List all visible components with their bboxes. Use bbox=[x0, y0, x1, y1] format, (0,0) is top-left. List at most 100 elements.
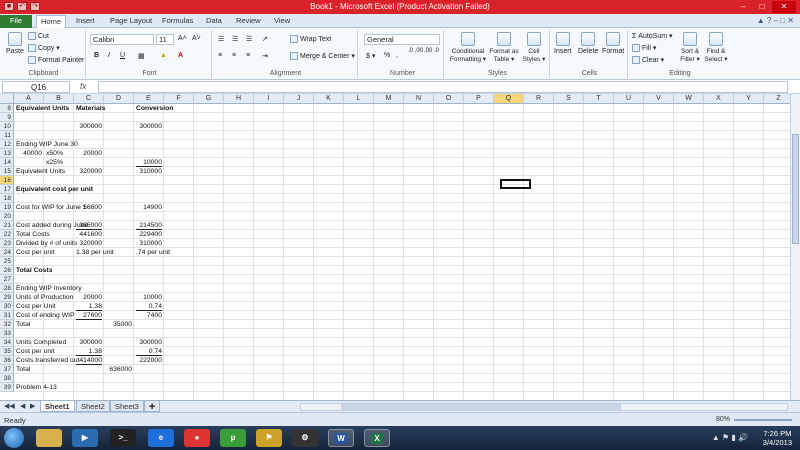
paste-button[interactable]: Paste bbox=[6, 32, 24, 55]
tab-insert[interactable]: Insert bbox=[72, 15, 99, 28]
column-header-f[interactable]: F bbox=[164, 94, 194, 104]
zoom-slider[interactable] bbox=[734, 419, 792, 421]
format-painter-button[interactable]: Format Painter bbox=[28, 56, 84, 64]
cell-c36[interactable]: 414000 bbox=[76, 356, 102, 365]
row-header-14[interactable]: 14 bbox=[0, 158, 14, 167]
worksheet-grid[interactable]: ABCDEFGHIJKLMNOPQRSTUVWXYZ 8 9 10 11 12 13 14 1… bbox=[0, 94, 800, 400]
align-bottom-icon[interactable]: ☰ bbox=[246, 35, 252, 43]
cell-c24[interactable]: 1.38 per unit bbox=[76, 248, 114, 257]
number-format-select[interactable]: General bbox=[364, 34, 440, 45]
cell-a34[interactable]: Units Completed bbox=[16, 338, 66, 347]
cell-a17[interactable]: Equivalent cost per unit bbox=[16, 185, 93, 194]
align-center-icon[interactable]: ≡ bbox=[232, 52, 236, 59]
cell-c35[interactable]: 1.38 bbox=[76, 347, 102, 356]
cell-c21[interactable]: 385000 bbox=[76, 221, 102, 230]
cell-a21[interactable]: Cost added during June bbox=[16, 221, 88, 230]
row-header-8[interactable]: 8 bbox=[0, 104, 14, 113]
row-header-19[interactable]: 19 bbox=[0, 203, 14, 212]
row-header-33[interactable]: 33 bbox=[0, 329, 14, 338]
cell-a24[interactable]: Cost per unit bbox=[16, 248, 55, 257]
row-header-23[interactable]: 23 bbox=[0, 239, 14, 248]
cell-c34[interactable]: 300000 bbox=[76, 338, 102, 347]
italic-button[interactable]: I bbox=[108, 52, 110, 59]
horizontal-scrollbar[interactable] bbox=[300, 403, 788, 411]
cell-a32[interactable]: Total bbox=[16, 320, 42, 329]
media-player-icon[interactable]: ▶ bbox=[72, 429, 98, 447]
delete-cells-button[interactable]: Delete bbox=[578, 32, 598, 55]
cell-e30[interactable]: 0.74 bbox=[136, 302, 162, 311]
sheet-tab-sheet3[interactable]: Sheet3 bbox=[110, 401, 144, 412]
cell-d32[interactable]: 35000 bbox=[106, 320, 132, 329]
column-header-v[interactable]: V bbox=[644, 94, 674, 104]
sheet-nav-first-icon[interactable]: ◀◀ bbox=[4, 402, 15, 410]
command-prompt-icon[interactable]: >_ bbox=[110, 429, 136, 447]
column-header-b[interactable]: B bbox=[44, 94, 74, 104]
tab-data[interactable]: Data bbox=[202, 15, 226, 28]
copy-button[interactable]: Copy ▾ bbox=[28, 44, 60, 53]
cell-e19[interactable]: 14900 bbox=[136, 203, 162, 212]
cell-a26[interactable]: Total Costs bbox=[16, 266, 53, 275]
cell-b13[interactable]: x50% bbox=[46, 149, 72, 158]
percent-button[interactable]: % bbox=[384, 52, 390, 59]
column-header-i[interactable]: I bbox=[254, 94, 284, 104]
cell-a39[interactable]: Problem 4-13 bbox=[16, 383, 57, 392]
cell-a22[interactable]: Total Costs bbox=[16, 230, 50, 239]
sheet-nav-prev-icon[interactable]: ◀ bbox=[20, 402, 25, 410]
column-header-r[interactable]: R bbox=[524, 94, 554, 104]
align-right-icon[interactable]: ≡ bbox=[246, 52, 250, 59]
conditional-formatting-button[interactable]: Conditional Formatting ▾ bbox=[448, 32, 488, 63]
chrome-icon[interactable]: ● bbox=[184, 429, 210, 447]
cell-e14[interactable]: 10000 bbox=[136, 158, 162, 167]
name-box[interactable]: Q16 bbox=[2, 81, 70, 93]
bold-button[interactable]: B bbox=[94, 52, 99, 59]
cell-c15[interactable]: 320000 bbox=[76, 167, 102, 176]
row-header-25[interactable]: 25 bbox=[0, 257, 14, 266]
indent-icon[interactable]: ⇥ bbox=[262, 52, 268, 60]
column-header-k[interactable]: K bbox=[314, 94, 344, 104]
row-header-12[interactable]: 12 bbox=[0, 140, 14, 149]
cell-a12[interactable]: Ending WIP June 30 bbox=[16, 140, 78, 149]
clear-button[interactable]: Clear ▾ bbox=[632, 56, 664, 65]
decrease-decimal-button[interactable]: .00 .0 bbox=[424, 48, 440, 54]
merge-center-button[interactable]: Merge & Center ▾ bbox=[290, 52, 355, 61]
internet-explorer-icon[interactable]: e bbox=[148, 429, 174, 447]
borders-icon[interactable]: ▦ bbox=[138, 52, 145, 60]
tab-view[interactable]: View bbox=[270, 15, 294, 28]
row-header-18[interactable]: 18 bbox=[0, 194, 14, 203]
row-header-34[interactable]: 34 bbox=[0, 338, 14, 347]
insert-sheet-icon[interactable]: ✚ bbox=[144, 401, 160, 412]
clock[interactable]: 7:26 PM 3/4/2013 bbox=[763, 429, 792, 447]
orientation-icon[interactable]: ↗ bbox=[262, 35, 268, 43]
column-header-y[interactable]: Y bbox=[734, 94, 764, 104]
font-color-icon[interactable]: A bbox=[178, 52, 183, 59]
cell-e22[interactable]: 229400 bbox=[136, 230, 162, 239]
cell-c22[interactable]: 441600 bbox=[76, 230, 102, 239]
column-header-g[interactable]: G bbox=[194, 94, 224, 104]
column-header-m[interactable]: M bbox=[374, 94, 404, 104]
column-header-s[interactable]: S bbox=[554, 94, 584, 104]
cut-button[interactable]: Cut bbox=[28, 32, 49, 40]
vertical-scrollbar[interactable] bbox=[790, 94, 800, 400]
windows-security-icon[interactable]: ⚑ bbox=[256, 429, 282, 447]
cell-styles-button[interactable]: Cell Styles ▾ bbox=[520, 32, 548, 63]
comma-button[interactable]: , bbox=[396, 52, 398, 59]
cell-a36[interactable]: Costs transferred out bbox=[16, 356, 79, 365]
row-header-21[interactable]: 21 bbox=[0, 221, 14, 230]
cell-a35[interactable]: Cost per unit bbox=[16, 347, 55, 356]
cell-e35[interactable]: 0.74 bbox=[136, 347, 162, 356]
column-header-j[interactable]: J bbox=[284, 94, 314, 104]
maximize-icon[interactable]: □ bbox=[753, 1, 771, 13]
row-header-32[interactable]: 32 bbox=[0, 320, 14, 329]
cell-a23[interactable]: Divided by # of units bbox=[16, 239, 77, 248]
cell-c10[interactable]: 300000 bbox=[76, 122, 102, 131]
cell-a13[interactable]: 40000 bbox=[16, 149, 42, 158]
fx-icon[interactable]: fx bbox=[80, 82, 86, 91]
cell-e24[interactable]: .74 per unit bbox=[136, 248, 170, 257]
grow-font-button[interactable]: A˄ bbox=[178, 35, 187, 42]
currency-button[interactable]: $ ▾ bbox=[366, 52, 375, 60]
tab-formulas[interactable]: Formulas bbox=[158, 15, 197, 28]
column-header-p[interactable]: P bbox=[464, 94, 494, 104]
cell-a28[interactable]: Ending WIP Inventory bbox=[16, 284, 82, 293]
utorrent-icon[interactable]: µ bbox=[220, 429, 246, 447]
start-button[interactable] bbox=[4, 428, 24, 448]
